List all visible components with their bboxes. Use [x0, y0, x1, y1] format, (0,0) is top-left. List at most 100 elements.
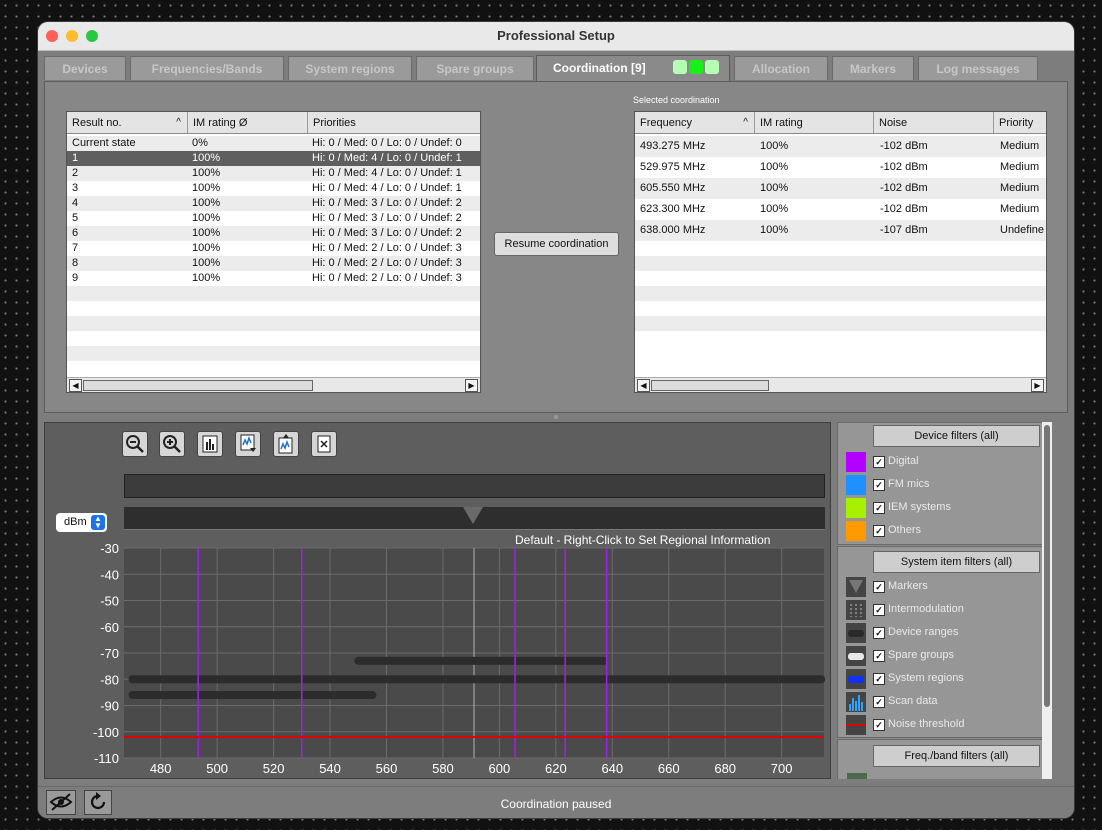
table-row[interactable]: [635, 271, 1046, 286]
table-cell: 493.275 MHz: [640, 140, 706, 152]
table-row[interactable]: [635, 286, 1046, 301]
device-filter-fm-mics[interactable]: ✓ FM mics: [846, 475, 1046, 495]
table-row[interactable]: [635, 331, 1046, 346]
table-row[interactable]: 623.300 MHz 100% -102 dBm Medium: [635, 199, 1046, 220]
table-row[interactable]: 529.975 MHz 100% -102 dBm Medium: [635, 157, 1046, 178]
checkbox[interactable]: ✓: [873, 650, 885, 662]
device-filters-section: Device filters (all) ✓ Digital ✓ FM mics ✓ IE…: [837, 422, 1052, 545]
device-filter-digital[interactable]: ✓ Digital: [846, 452, 1046, 472]
table-row[interactable]: 8 100% Hi: 0 / Med: 2 / Lo: 0 / Undef: 3: [67, 256, 480, 271]
selected-coordination-heading: Selected coordination: [633, 95, 720, 105]
checkbox[interactable]: ✓: [873, 604, 885, 616]
device-filter-others[interactable]: ✓ Others: [846, 521, 1046, 541]
tab-devices[interactable]: Devices: [44, 56, 126, 80]
tab-coordination[interactable]: Coordination [9]: [536, 55, 730, 81]
table-row[interactable]: [635, 241, 1046, 256]
table-row[interactable]: 638.000 MHz 100% -107 dBm Undefine: [635, 220, 1046, 241]
vertical-scrollbar[interactable]: [1042, 422, 1052, 779]
horizontal-scrollbar[interactable]: ◀ ▶: [635, 377, 1046, 392]
table-row[interactable]: [67, 301, 480, 316]
tab-allocation[interactable]: Allocation: [734, 56, 828, 80]
filter-label: Noise threshold: [888, 718, 965, 730]
table-row[interactable]: [67, 286, 480, 301]
spectrum-chart[interactable]: -30 -40 -50 -60 -70 -80 -90 -100 -110 480 500 520 54…: [45, 529, 830, 778]
checkbox[interactable]: ✓: [873, 696, 885, 708]
device-filters-button[interactable]: Device filters (all): [873, 425, 1040, 447]
column-header-result-no[interactable]: Result no. ^: [67, 112, 188, 134]
checkbox[interactable]: ✓: [873, 581, 885, 593]
scrollbar-thumb[interactable]: [651, 380, 769, 391]
system-filter-intermodulation[interactable]: ✓ Intermodulation: [846, 600, 1046, 620]
table-row[interactable]: 605.550 MHz 100% -102 dBm Medium: [635, 178, 1046, 199]
zoom-out-icon[interactable]: [122, 431, 148, 457]
checkbox[interactable]: ✓: [873, 456, 885, 468]
checkbox[interactable]: ✓: [873, 502, 885, 514]
system-filter-noise-threshold[interactable]: ✓ Noise threshold: [846, 715, 1046, 735]
scroll-left-icon[interactable]: ◀: [69, 379, 82, 392]
table-row[interactable]: [67, 331, 480, 346]
table-cell: Medium: [1000, 203, 1040, 215]
color-swatch: [846, 521, 866, 541]
device-filter-iem-systems[interactable]: ✓ IEM systems: [846, 498, 1046, 518]
system-filter-system-regions[interactable]: ✓ System regions: [846, 669, 1046, 689]
table-cell: 8: [72, 257, 79, 269]
table-row[interactable]: 9 100% Hi: 0 / Med: 2 / Lo: 0 / Undef: 3: [67, 271, 480, 286]
table-row[interactable]: [635, 316, 1046, 331]
system-item-filters-button[interactable]: System item filters (all): [873, 551, 1040, 573]
tab-log-messages[interactable]: Log messages: [918, 56, 1038, 80]
table-row[interactable]: 493.275 MHz 100% -102 dBm Medium: [635, 136, 1046, 157]
tab-frequencies-bands[interactable]: Frequencies/Bands: [130, 56, 284, 80]
scrollbar-thumb[interactable]: [1044, 425, 1050, 707]
table-row[interactable]: [635, 256, 1046, 271]
table-row[interactable]: 2 100% Hi: 0 / Med: 4 / Lo: 0 / Undef: 1: [67, 166, 480, 181]
clear-icon[interactable]: [311, 431, 337, 457]
table-cell: Undefine: [1000, 224, 1045, 236]
scroll-left-icon[interactable]: ◀: [637, 379, 650, 392]
checkbox[interactable]: ✓: [873, 479, 885, 491]
table-row[interactable]: 6 100% Hi: 0 / Med: 3 / Lo: 0 / Undef: 2: [67, 226, 480, 241]
professional-setup-window: Professional Setup Devices Frequencies/B…: [38, 22, 1074, 818]
export-scan-icon[interactable]: [273, 431, 299, 457]
system-filter-scan-data[interactable]: ✓ Scan data: [846, 692, 1046, 712]
system-filter-markers[interactable]: ✓ Markers: [846, 577, 1046, 597]
overview-bar[interactable]: [124, 474, 825, 498]
system-filter-device-ranges[interactable]: ✓ Device ranges: [846, 623, 1046, 643]
table-row[interactable]: [67, 316, 480, 331]
table-row[interactable]: [635, 301, 1046, 316]
freq-band-filters-button[interactable]: Freq./band filters (all): [873, 745, 1040, 767]
table-row[interactable]: [67, 346, 480, 361]
checkbox[interactable]: ✓: [873, 673, 885, 685]
scroll-right-icon[interactable]: ▶: [1031, 379, 1044, 392]
filter-label: Scan data: [888, 695, 938, 707]
table-cell: 529.975 MHz: [640, 161, 706, 173]
region-bar[interactable]: [124, 507, 825, 530]
checkbox[interactable]: ✓: [873, 719, 885, 731]
column-header-priority[interactable]: Priority: [994, 112, 1046, 134]
table-row[interactable]: 1 100% Hi: 0 / Med: 4 / Lo: 0 / Undef: 1: [67, 151, 480, 166]
splitter-handle[interactable]: [554, 415, 558, 419]
column-header-im-rating[interactable]: IM rating Ø: [188, 112, 308, 134]
table-row[interactable]: 4 100% Hi: 0 / Med: 3 / Lo: 0 / Undef: 2: [67, 196, 480, 211]
table-row[interactable]: Current state 0% Hi: 0 / Med: 0 / Lo: 0 / …: [67, 136, 480, 151]
table-row[interactable]: 7 100% Hi: 0 / Med: 2 / Lo: 0 / Undef: 3: [67, 241, 480, 256]
horizontal-scrollbar[interactable]: ◀ ▶: [67, 377, 480, 392]
column-header-im-rating[interactable]: IM rating: [755, 112, 874, 134]
zoom-in-icon[interactable]: [159, 431, 185, 457]
scrollbar-thumb[interactable]: [83, 380, 313, 391]
results-table: Result no. ^ IM rating Ø Priorities Curr…: [66, 111, 481, 393]
checkbox[interactable]: ✓: [873, 525, 885, 537]
report-icon[interactable]: [197, 431, 223, 457]
import-scan-icon[interactable]: [235, 431, 261, 457]
tab-system-regions[interactable]: System regions: [288, 56, 412, 80]
tab-markers[interactable]: Markers: [832, 56, 914, 80]
checkbox[interactable]: ✓: [873, 627, 885, 639]
table-row[interactable]: 5 100% Hi: 0 / Med: 3 / Lo: 0 / Undef: 2: [67, 211, 480, 226]
tab-spare-groups[interactable]: Spare groups: [416, 56, 534, 80]
table-row[interactable]: 3 100% Hi: 0 / Med: 4 / Lo: 0 / Undef: 1: [67, 181, 480, 196]
system-filter-spare-groups[interactable]: ✓ Spare groups: [846, 646, 1046, 666]
scroll-right-icon[interactable]: ▶: [465, 379, 478, 392]
column-header-frequency[interactable]: Frequency ^: [635, 112, 755, 134]
column-header-noise[interactable]: Noise: [874, 112, 994, 134]
resume-coordination-button[interactable]: Resume coordination: [494, 232, 619, 256]
column-header-priorities[interactable]: Priorities: [308, 112, 480, 134]
